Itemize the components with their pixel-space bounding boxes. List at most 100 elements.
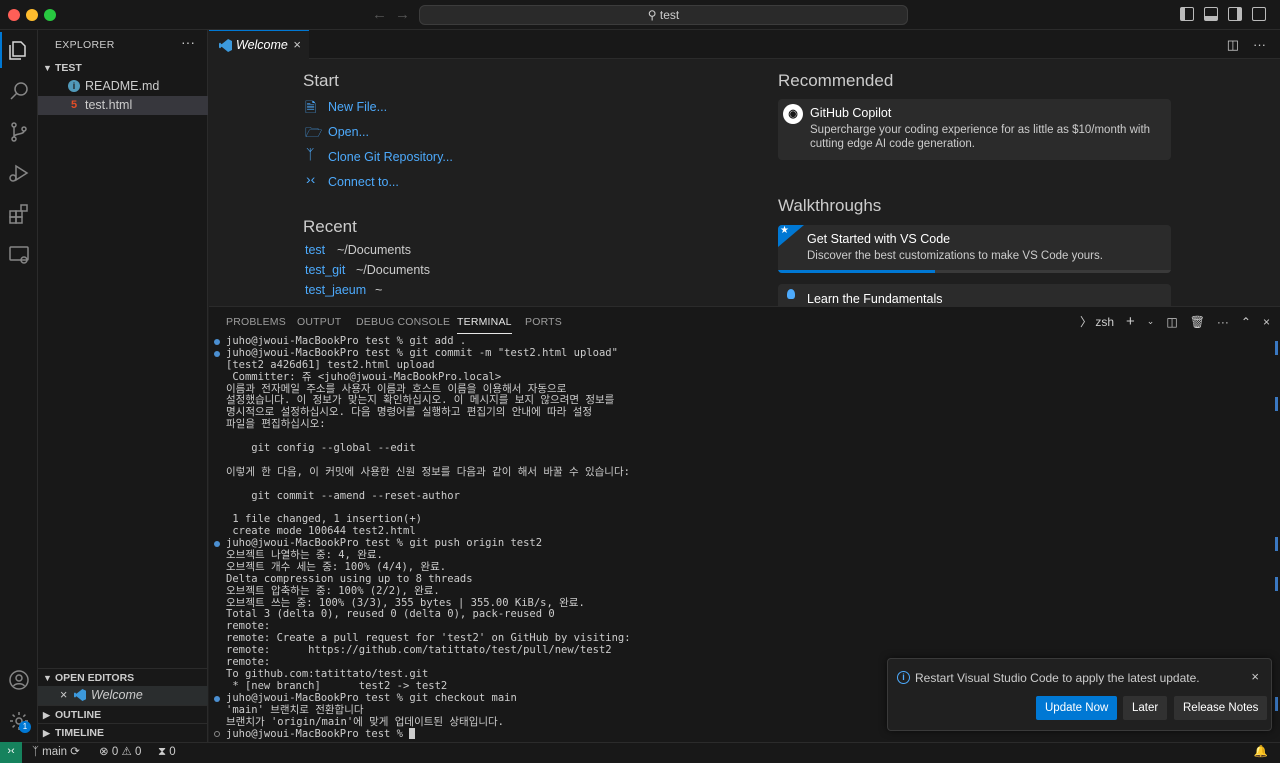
tab-problems[interactable]: PROBLEMS — [226, 316, 286, 328]
star-badge-icon: ★ — [778, 225, 804, 247]
chevron-down-icon: ▼ — [43, 63, 52, 73]
outline-section[interactable]: ▶ OUTLINE — [38, 705, 208, 723]
ports-indicator[interactable]: ⧗ 0 — [158, 743, 176, 762]
manage-gear-icon[interactable]: 1 — [7, 709, 31, 733]
recent-path: ~/Documents — [337, 243, 411, 257]
minimize-window-button[interactable] — [26, 9, 38, 21]
trash-icon[interactable]: 🗑 — [1190, 315, 1205, 329]
command-decoration-icon[interactable] — [214, 695, 220, 702]
terminal-line: 파일을 편집하십시오: — [226, 418, 1266, 431]
update-notification: i Restart Visual Studio Code to apply th… — [887, 658, 1272, 731]
walkthrough-fundamentals-card[interactable]: Learn the Fundamentals — [778, 284, 1171, 306]
open-editor-welcome[interactable]: × Welcome — [38, 686, 208, 705]
accounts-icon[interactable] — [7, 668, 31, 692]
terminal-line-text: juho@jwoui-MacBookPro test % git push or… — [226, 537, 543, 550]
connect-to-link[interactable]: Connect to... — [328, 175, 399, 189]
terminal-cursor — [409, 728, 416, 740]
close-notification-icon[interactable]: × — [1251, 669, 1259, 684]
source-control-icon[interactable] — [7, 120, 31, 144]
vscode-logo-icon — [219, 39, 232, 52]
tab-output[interactable]: OUTPUT — [297, 316, 341, 328]
warning-count: 0 — [134, 746, 142, 758]
notifications-bell-icon[interactable]: 🔔 — [1254, 743, 1268, 762]
toggle-panel-icon[interactable] — [1204, 7, 1218, 21]
recent-item-test-jaeum[interactable]: test_jaeum — [305, 283, 366, 297]
terminal-line-text: juho@jwoui-MacBookPro test % git checkou… — [226, 691, 517, 704]
branch-icon: ᛉ — [32, 746, 39, 758]
terminal-line-text: 명시적으로 설정하십시오. 다음 명령어를 실행하고 편집기의 안내에 따라 설… — [226, 406, 593, 419]
open-link[interactable]: Open... — [328, 125, 369, 139]
back-arrow-icon[interactable]: ← — [372, 6, 387, 23]
terminal-line-text: To github.com:tatittato/test.git — [226, 667, 429, 680]
update-now-button[interactable]: Update Now — [1036, 696, 1118, 720]
file-item-readme[interactable]: i README.md — [38, 77, 208, 96]
timeline-section[interactable]: ▶ TIMELINE — [38, 723, 208, 741]
new-terminal-icon[interactable]: + — [1126, 313, 1135, 330]
terminal-line: remote: https://github.com/tatittato/tes… — [226, 644, 1266, 657]
search-icon[interactable] — [7, 79, 31, 103]
more-actions-icon[interactable]: ··· — [1253, 37, 1266, 53]
branch-indicator[interactable]: ᛉ main ⟳ — [32, 743, 80, 762]
card-title: Learn the Fundamentals — [807, 292, 943, 306]
more-actions-icon[interactable]: ··· — [1217, 315, 1229, 329]
forward-arrow-icon[interactable]: → — [395, 6, 410, 23]
customize-layout-icon[interactable] — [1252, 7, 1266, 21]
new-file-link[interactable]: New File... — [328, 100, 387, 114]
remote-indicator-icon[interactable]: ›‹ — [0, 742, 22, 763]
walkthrough-get-started-card[interactable]: ★ Get Started with VS Code Discover the … — [778, 225, 1171, 273]
terminal-line-text: 이렇게 한 다음, 이 커밋에 사용한 신원 정보를 다음과 같이 해서 바꿀 … — [226, 465, 630, 478]
command-decoration-icon[interactable] — [214, 541, 220, 548]
start-heading: Start — [303, 71, 339, 90]
remote-explorer-icon[interactable] — [7, 243, 31, 267]
command-decoration-icon[interactable] — [214, 731, 220, 738]
problems-indicator[interactable]: ⊗ 0 ⚠ 0 — [99, 743, 141, 762]
tab-ports[interactable]: PORTS — [525, 316, 562, 328]
terminal-line-text: 1 file changed, 1 insertion(+) — [226, 513, 422, 526]
recent-item-test-git[interactable]: test_git — [305, 263, 345, 277]
recent-item-test[interactable]: test — [305, 243, 325, 257]
command-decoration-icon[interactable] — [214, 339, 220, 345]
tab-terminal[interactable]: TERMINAL — [457, 316, 512, 334]
terminal-line-text: 'main' 브랜치로 전환합니다 — [226, 703, 364, 716]
card-title: GitHub Copilot — [810, 106, 892, 120]
branch-label: main — [42, 746, 68, 758]
later-button[interactable]: Later — [1123, 696, 1168, 720]
tab-debug-console[interactable]: DEBUG CONSOLE — [356, 316, 450, 328]
folder-section-test[interactable]: ▼ TEST — [38, 59, 208, 77]
maximize-panel-icon[interactable]: ⌃ — [1241, 315, 1251, 329]
file-item-test-html[interactable]: 5 test.html — [38, 96, 208, 115]
chevron-down-icon[interactable]: ⌄ — [1147, 316, 1155, 327]
close-icon[interactable]: × — [60, 686, 67, 705]
terminal-shell-selector[interactable]: 〉 zsh — [1080, 313, 1114, 330]
toggle-primary-sidebar-icon[interactable] — [1180, 7, 1194, 21]
extensions-icon[interactable] — [7, 202, 31, 226]
close-tab-icon[interactable]: × — [293, 31, 301, 59]
toggle-secondary-sidebar-icon[interactable] — [1228, 7, 1242, 21]
command-center[interactable]: ⚲ test — [419, 5, 908, 25]
terminal-line-text: 오브젝트 쓰는 중: 100% (3/3), 355 bytes | 355.0… — [226, 596, 585, 609]
zoom-window-button[interactable] — [44, 9, 56, 21]
recent-path: ~/Documents — [356, 263, 430, 277]
command-decoration-icon[interactable] — [214, 350, 220, 357]
split-terminal-icon[interactable]: ◫ — [1166, 315, 1177, 329]
open-editors-section[interactable]: ▼ OPEN EDITORS — [38, 668, 208, 686]
github-copilot-card[interactable]: ◉ GitHub Copilot Supercharge your coding… — [778, 99, 1171, 160]
terminal-line-text: create mode 100644 test2.html — [226, 525, 416, 538]
tab-welcome[interactable]: Welcome × — [209, 30, 309, 59]
close-panel-icon[interactable]: × — [1263, 315, 1270, 329]
status-bar: ›‹ ᛉ main ⟳ ⊗ 0 ⚠ 0 ⧗ 0 🔔 — [0, 742, 1280, 763]
terminal-line-text: remote: — [226, 620, 271, 633]
terminal-line-text: remote: https://github.com/tatittato/tes… — [226, 644, 612, 657]
recent-heading: Recent — [303, 217, 357, 236]
more-actions-icon[interactable]: ··· — [181, 34, 195, 50]
editor-tabs: Welcome × ◫ ··· — [209, 30, 1280, 59]
split-editor-icon[interactable]: ◫ — [1227, 37, 1239, 53]
explorer-icon[interactable] — [0, 32, 31, 68]
close-window-button[interactable] — [8, 9, 20, 21]
error-count: 0 — [111, 746, 119, 758]
terminal-line-text: Committer: 쥬 <juho@jwoui-MacBookPro.loca… — [226, 370, 502, 383]
clone-git-repository-link[interactable]: Clone Git Repository... — [328, 150, 453, 164]
release-notes-button[interactable]: Release Notes — [1174, 696, 1268, 720]
source-control-icon: ᛉ — [306, 146, 315, 162]
run-and-debug-icon[interactable] — [7, 161, 31, 185]
